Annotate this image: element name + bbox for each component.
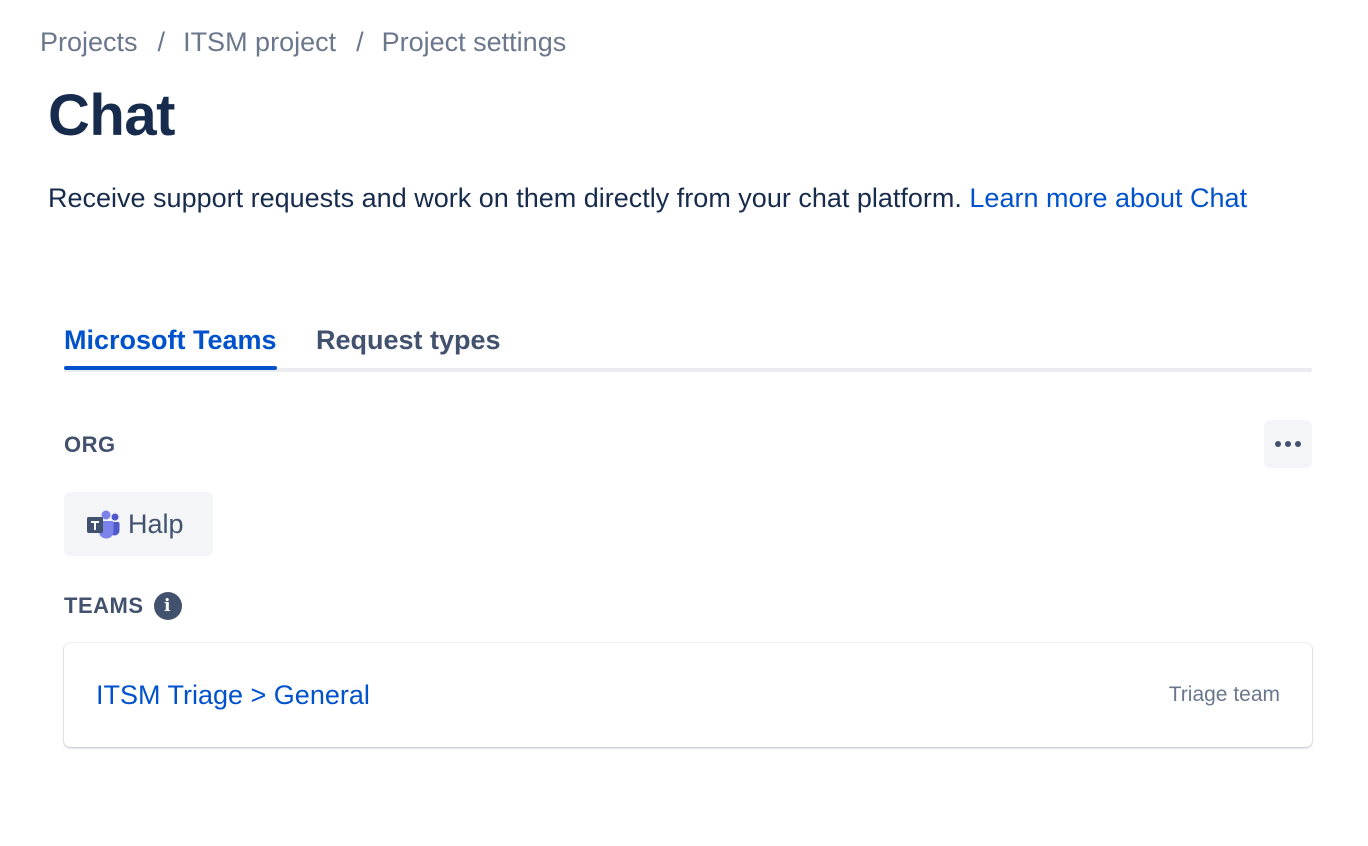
active-tab-indicator [64, 366, 277, 370]
org-chip[interactable]: Halp [64, 492, 213, 556]
info-icon[interactable]: i [153, 592, 182, 620]
breadcrumb-project-settings[interactable]: Project settings [382, 24, 567, 60]
breadcrumb-separator: / [157, 27, 166, 57]
description-text: Receive support requests and work on the… [48, 183, 970, 213]
microsoft-teams-icon [86, 509, 120, 539]
team-role: Triage team [1168, 683, 1280, 706]
org-name: Halp [128, 508, 184, 539]
breadcrumb-separator: / [356, 27, 364, 57]
breadcrumb-projects[interactable]: Projects [40, 24, 138, 60]
team-channel-link[interactable]: ITSM Triage > General [96, 680, 370, 711]
tab-microsoft-teams[interactable]: Microsoft Teams [64, 318, 277, 370]
org-section-label: ORG [64, 432, 116, 457]
breadcrumb: Projects / ITSM project / Project settin… [40, 24, 566, 60]
more-actions-button[interactable] [1264, 420, 1312, 468]
teams-section-header: TEAMS i [64, 592, 182, 620]
tab-label: Microsoft Teams [64, 325, 277, 355]
page-description: Receive support requests and work on the… [48, 178, 1298, 218]
chat-settings-page: Projects / ITSM project / Project settin… [0, 0, 1368, 846]
teams-section-label: TEAMS [64, 593, 144, 618]
page-title: Chat [48, 83, 175, 148]
breadcrumb-itsm-project[interactable]: ITSM project [183, 24, 336, 60]
more-horizontal-icon [1273, 441, 1303, 447]
tab-list: Microsoft Teams Request types [64, 318, 1312, 372]
tab-request-types[interactable]: Request types [316, 318, 501, 362]
team-list-item: ITSM Triage > General Triage team [64, 643, 1312, 747]
learn-more-link[interactable]: Learn more about Chat [969, 183, 1247, 213]
tab-label: Request types [316, 325, 501, 355]
